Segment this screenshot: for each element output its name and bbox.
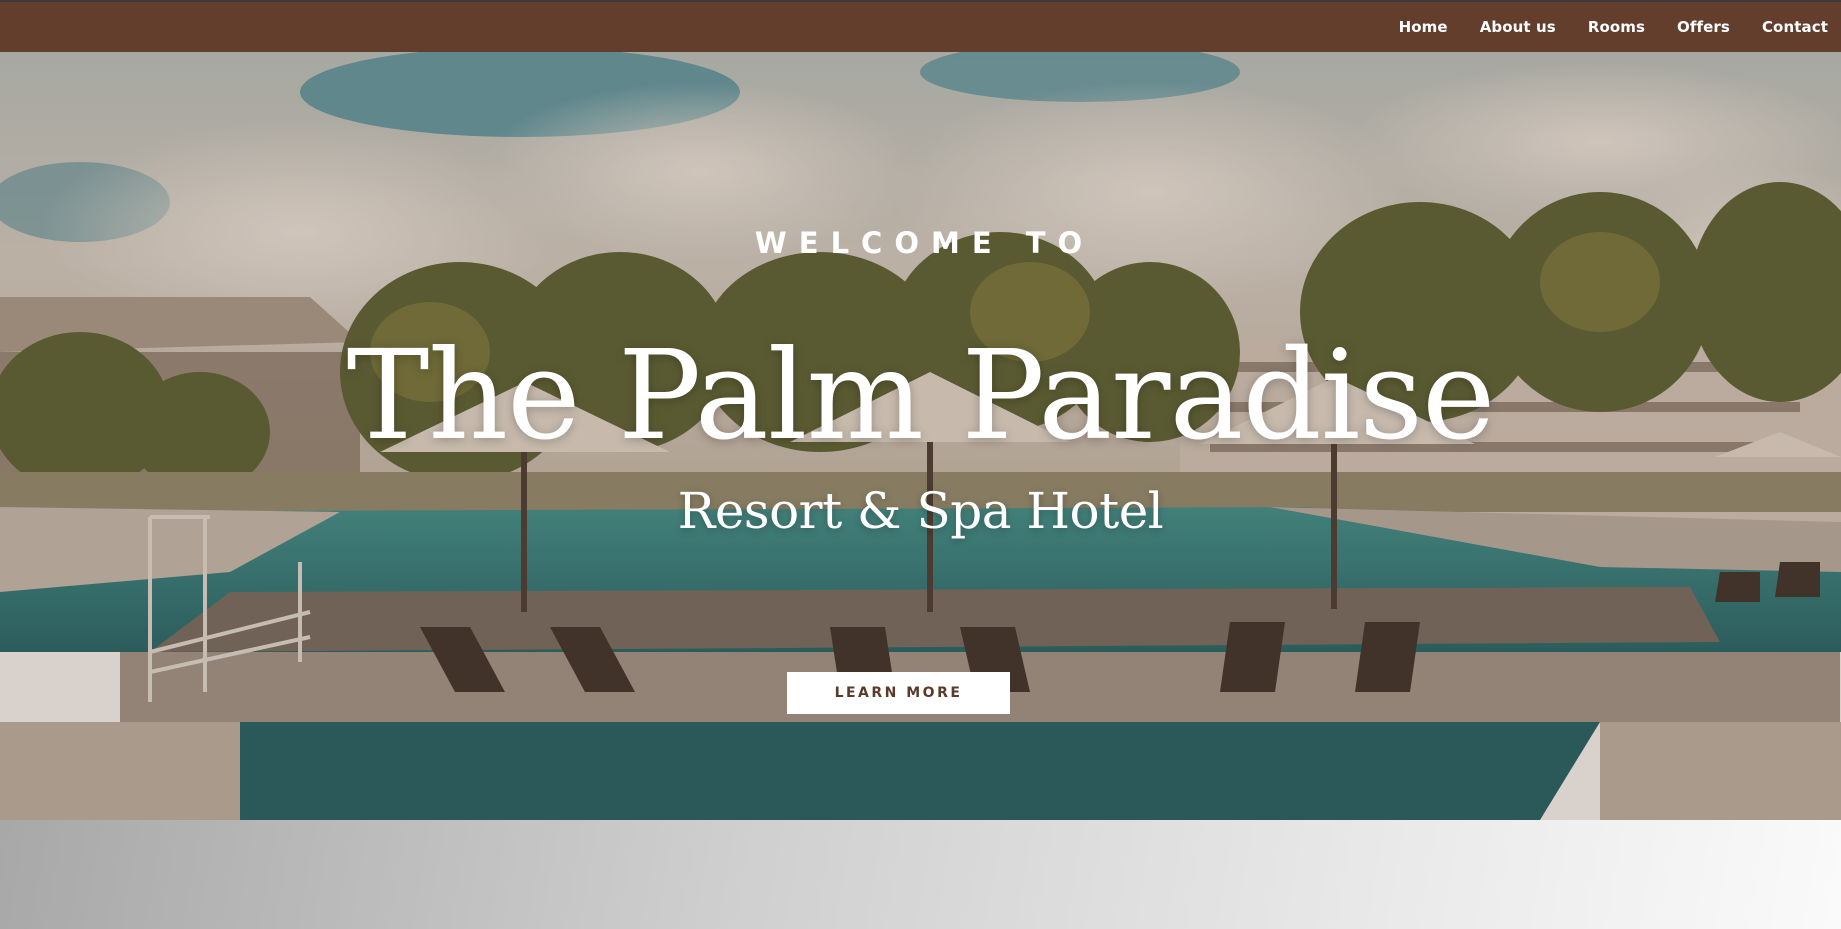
bottom-section bbox=[0, 820, 1841, 929]
nav-offers[interactable]: Offers bbox=[1677, 18, 1730, 36]
nav-contact[interactable]: Contact bbox=[1762, 18, 1828, 36]
nav-rooms[interactable]: Rooms bbox=[1588, 18, 1645, 36]
nav-home[interactable]: Home bbox=[1399, 18, 1448, 36]
hero-eyebrow: WELCOME TO bbox=[754, 226, 1095, 260]
top-navbar: Home About us Rooms Offers Contact bbox=[0, 0, 1841, 52]
hero-section: WELCOME TO The Palm Paradise Resort & Sp… bbox=[0, 52, 1841, 820]
learn-more-button[interactable]: LEARN MORE bbox=[787, 672, 1010, 714]
nav-about-us[interactable]: About us bbox=[1480, 18, 1556, 36]
hero-title: The Palm Paradise bbox=[346, 324, 1496, 468]
hero-subtitle: Resort & Spa Hotel bbox=[677, 482, 1164, 540]
